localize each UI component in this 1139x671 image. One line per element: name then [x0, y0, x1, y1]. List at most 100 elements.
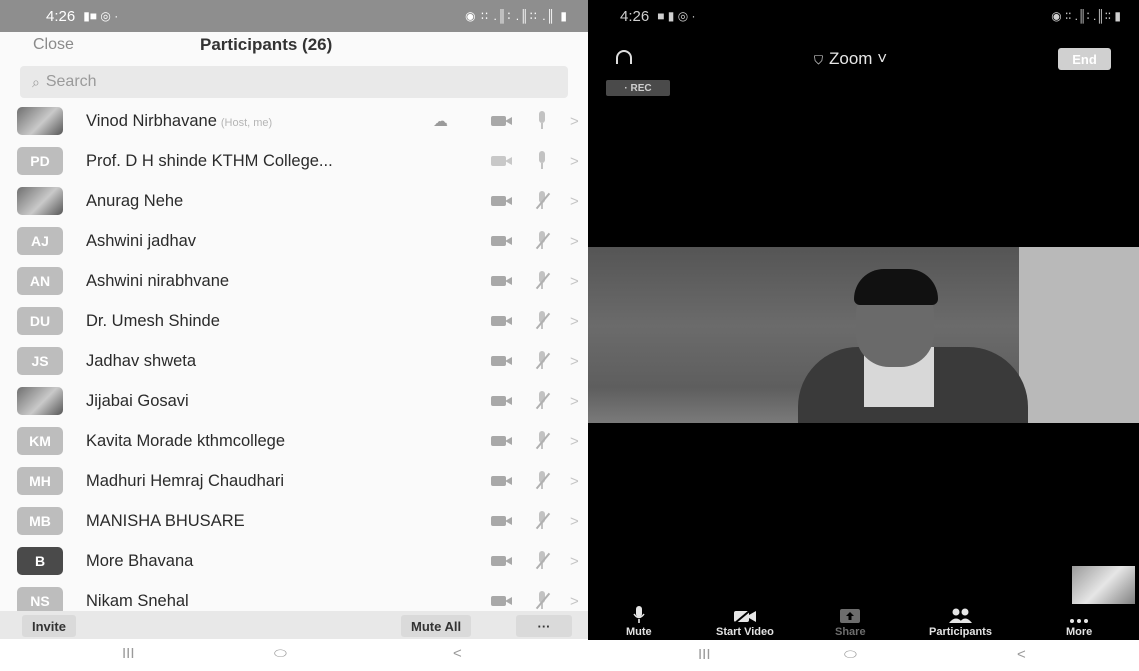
participant-name: Ashwini jadhav	[86, 232, 196, 251]
participant-row[interactable]: MB MANISHA BHUSARE >	[0, 501, 588, 541]
chevron-right-icon: >	[570, 512, 579, 530]
participant-avatar: B	[17, 547, 63, 575]
mic-muted-icon	[535, 191, 551, 211]
participant-name: Vinod Nirbhavane (Host, me)	[86, 112, 272, 131]
participant-row[interactable]: AJ Ashwini jadhav >	[0, 221, 588, 261]
video-off-icon	[491, 395, 513, 407]
participant-name-text: Madhuri Hemraj Chaudhari	[86, 471, 285, 490]
video-off-icon	[491, 275, 513, 287]
participant-name: Jijabai Gosavi	[86, 392, 189, 411]
participant-avatar: DU	[17, 307, 63, 335]
home-icon[interactable]: ⬭	[844, 646, 857, 663]
cloud-recording-icon: ☁	[433, 113, 448, 130]
participant-name: Dr. Umesh Shinde	[86, 312, 220, 331]
more-button[interactable]: More	[1066, 606, 1092, 638]
participant-name: MANISHA BHUSARE	[86, 512, 245, 531]
participants-action-bar: Invite Mute All ···	[0, 611, 588, 639]
invite-button[interactable]: Invite	[22, 615, 76, 637]
toolbar-label: More	[1066, 626, 1093, 638]
chevron-right-icon: >	[570, 192, 579, 210]
start-video-button[interactable]: Start Video	[716, 606, 774, 638]
participant-name-text: Vinod Nirbhavane	[86, 111, 217, 130]
participant-name: More Bhavana	[86, 552, 193, 571]
participant-row[interactable]: KM Kavita Morade kthmcollege >	[0, 421, 588, 461]
participant-row[interactable]: Jijabai Gosavi >	[0, 381, 588, 421]
mic-muted-icon	[536, 151, 548, 171]
active-speaker-video[interactable]	[588, 247, 1139, 423]
video-off-icon	[491, 355, 513, 367]
video-off-icon	[716, 606, 774, 624]
back-icon[interactable]: <	[1017, 646, 1026, 663]
close-button[interactable]: Close	[33, 36, 74, 54]
meeting-toolbar: Mute Start Video Share Participants More	[588, 606, 1139, 640]
video-off-icon	[491, 515, 513, 527]
mic-muted-icon	[535, 311, 551, 331]
meeting-title-text: Zoom ˅	[829, 49, 888, 68]
home-icon[interactable]: ⬭	[274, 645, 287, 662]
toolbar-label: Mute	[626, 626, 652, 638]
status-time: 4:26	[46, 7, 76, 25]
participant-row[interactable]: NS Nikam Snehal >	[0, 581, 588, 611]
participant-row[interactable]: B More Bhavana >	[0, 541, 588, 581]
participant-name-text: Ashwini nirabhvane	[86, 271, 230, 290]
audio-headset-icon[interactable]	[616, 50, 632, 64]
participant-name-text: More Bhavana	[86, 551, 194, 570]
participant-row[interactable]: Anurag Nehe >	[0, 181, 588, 221]
end-meeting-button[interactable]: End	[1058, 48, 1111, 70]
video-off-icon	[491, 115, 513, 127]
chevron-right-icon: >	[570, 352, 579, 370]
chevron-right-icon: >	[570, 152, 579, 170]
page-title: Participants (26)	[200, 35, 333, 54]
participant-avatar	[17, 387, 63, 415]
status-time: 4:26	[620, 7, 650, 25]
participant-list: Vinod Nirbhavane (Host, me) ☁ > PD Prof. D H …	[0, 101, 588, 611]
video-off-icon	[491, 555, 513, 567]
toolbar-label: Share	[835, 626, 866, 638]
meeting-title[interactable]: ⛉ Zoom ˅	[814, 49, 887, 69]
mute-all-button[interactable]: Mute All	[401, 615, 472, 637]
status-signal-icons: ◉ ∶∶ .║∶ .║∶∶ .║ ▮	[465, 9, 568, 23]
participant-name: Anurag Nehe	[86, 192, 183, 211]
participant-avatar	[17, 107, 63, 135]
participant-avatar: KM	[17, 427, 63, 455]
video-off-icon	[491, 155, 513, 167]
mic-muted-icon	[535, 591, 551, 611]
toolbar-label: Start Video	[716, 626, 774, 638]
participant-avatar: PD	[17, 147, 63, 175]
search-input[interactable]: ⌕ Search	[20, 66, 568, 98]
participant-row[interactable]: JS Jadhav shweta >	[0, 341, 588, 381]
participant-name-text: Jadhav shweta	[86, 351, 197, 370]
chevron-right-icon: >	[570, 392, 579, 410]
participant-name-text: Jijabai Gosavi	[86, 391, 189, 410]
mute-button[interactable]: Mute	[626, 606, 652, 638]
status-bar: 4:26 ■ ▮ ◎ · ◉ ∶∶ .║∶ .║∶∶ ▮	[588, 0, 1139, 32]
self-video-thumbnail[interactable]	[1072, 566, 1135, 604]
mic-muted-icon	[535, 391, 551, 411]
recents-icon[interactable]: III	[122, 645, 135, 662]
chevron-right-icon: >	[570, 272, 579, 290]
participant-name-text: Dr. Umesh Shinde	[86, 311, 220, 330]
participant-row[interactable]: AN Ashwini nirabhvane >	[0, 261, 588, 301]
speaker-hair	[854, 269, 938, 305]
participant-avatar	[17, 187, 63, 215]
participant-row[interactable]: PD Prof. D H shinde KTHM College... >	[0, 141, 588, 181]
participant-row[interactable]: MH Madhuri Hemraj Chaudhari >	[0, 461, 588, 501]
back-icon[interactable]: <	[453, 645, 462, 662]
chevron-right-icon: >	[570, 592, 579, 610]
participant-name: Kavita Morade kthmcollege	[86, 432, 285, 451]
search-icon: ⌕	[32, 73, 40, 90]
recents-icon[interactable]: III	[698, 646, 711, 663]
status-signal-icons: ◉ ∶∶ .║∶ .║∶∶ ▮	[1051, 9, 1121, 23]
participants-screen: 4:26 ▮■ ◎ · ◉ ∶∶ .║∶ .║∶∶ .║ ▮ Close Par…	[0, 0, 588, 671]
mic-muted-icon	[535, 511, 551, 531]
participants-button[interactable]: Participants	[929, 606, 992, 638]
share-button[interactable]: Share	[835, 606, 866, 638]
status-bar: 4:26 ▮■ ◎ · ◉ ∶∶ .║∶ .║∶∶ .║ ▮	[0, 0, 588, 32]
chevron-right-icon: >	[570, 552, 579, 570]
participant-row[interactable]: DU Dr. Umesh Shinde >	[0, 301, 588, 341]
shield-icon: ⛉	[814, 53, 824, 67]
video-off-icon	[491, 475, 513, 487]
participant-name: Nikam Snehal	[86, 592, 189, 611]
participant-row[interactable]: Vinod Nirbhavane (Host, me) ☁ >	[0, 101, 588, 141]
more-options-button[interactable]: ···	[516, 615, 572, 637]
